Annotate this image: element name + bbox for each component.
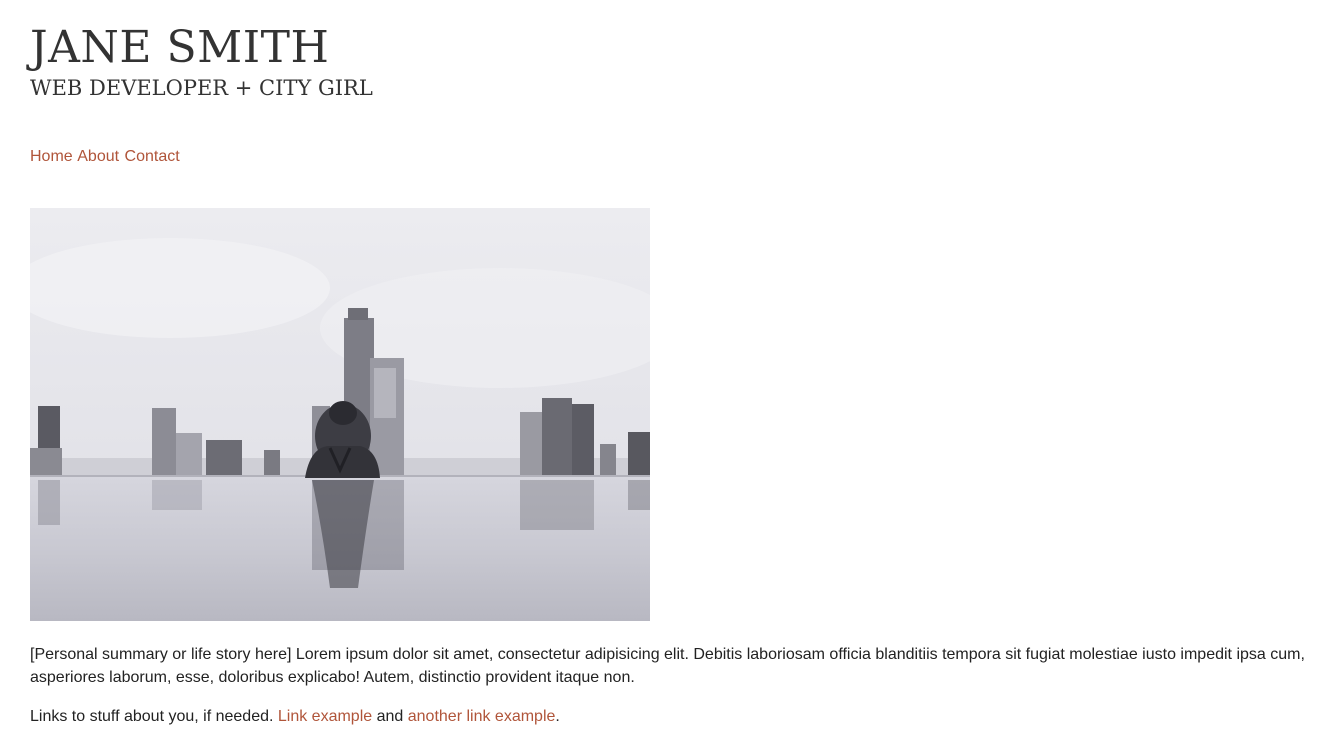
main-nav: Home About Contact [30, 146, 181, 168]
summary-paragraph: [Personal summary or life story here] Lo… [30, 646, 1305, 686]
site-title: JANE SMITH [30, 22, 330, 73]
links-paragraph: Links to stuff about you, if needed. Lin… [30, 705, 560, 728]
another-link-example[interactable]: another link example [408, 708, 556, 725]
nav-link-about[interactable]: About [77, 148, 119, 165]
nav-link-home[interactable]: Home [30, 148, 73, 165]
hero-image [30, 208, 650, 621]
links-prefix-text: Links to stuff about you, if needed. [30, 708, 278, 725]
site-header: JANE SMITH WEB DEVELOPER + CITY GIRL [30, 22, 373, 102]
links-suffix-text: . [555, 708, 560, 725]
link-example[interactable]: Link example [278, 708, 372, 725]
hero-photo-illustration [30, 208, 650, 621]
nav-link-contact[interactable]: Contact [125, 148, 180, 165]
site-tagline: WEB DEVELOPER + CITY GIRL [30, 76, 373, 100]
links-middle-text: and [372, 708, 408, 725]
